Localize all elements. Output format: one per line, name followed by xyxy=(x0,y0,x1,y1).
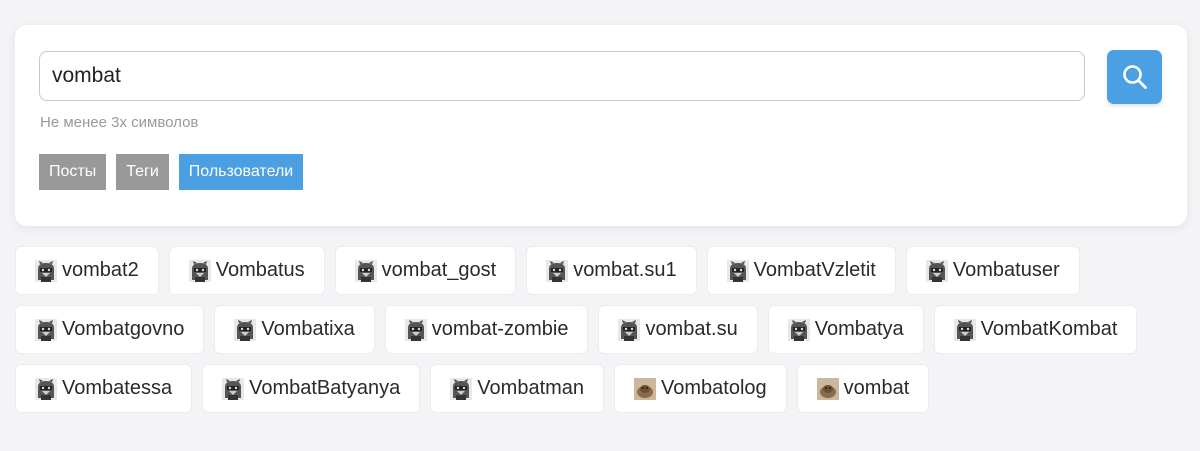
search-hint: Не менее 3х символов xyxy=(40,114,199,131)
wombat-photo-avatar xyxy=(816,377,839,400)
user-chip-name: Vombatus xyxy=(215,259,305,281)
user-chip[interactable]: vombat.su xyxy=(598,305,758,354)
user-chip-name: Vombatixa xyxy=(261,318,355,340)
user-chip[interactable]: Vombatixa xyxy=(214,305,375,354)
user-chip[interactable]: Vombatman xyxy=(430,364,605,413)
user-chip[interactable]: VombatKombat xyxy=(933,305,1138,354)
filter-tags-button[interactable]: Теги xyxy=(116,154,169,190)
user-chip-name: vombat2 xyxy=(62,259,139,281)
raccoon-avatar xyxy=(35,377,57,400)
search-button[interactable] xyxy=(1107,50,1162,104)
raccoon-avatar xyxy=(35,318,57,341)
user-chip[interactable]: vombat.su1 xyxy=(526,246,697,295)
user-chip[interactable]: vombat xyxy=(796,364,930,413)
user-chip[interactable]: Vombatuser xyxy=(905,246,1080,295)
user-chip-name: Vombatuser xyxy=(952,259,1060,281)
raccoon-avatar xyxy=(234,318,257,341)
user-chip-name: vombat xyxy=(843,377,910,399)
user-chip-name: Vombatessa xyxy=(62,377,173,399)
user-chip[interactable]: VombatVzletit xyxy=(706,246,896,295)
filter-users-button[interactable]: Пользователи xyxy=(178,154,304,190)
raccoon-avatar xyxy=(618,318,641,341)
raccoon-avatar xyxy=(953,318,976,341)
user-chip[interactable]: vombat2 xyxy=(15,246,159,295)
user-chip-name: Vombatman xyxy=(477,377,585,399)
user-chip-name: vombat.su1 xyxy=(573,259,677,281)
raccoon-avatar xyxy=(222,377,245,400)
user-chip[interactable]: Vombatessa xyxy=(15,364,193,413)
user-chip-name: vombat_gost xyxy=(381,259,497,281)
user-chip[interactable]: vombat-zombie xyxy=(384,305,589,354)
filter-posts-button[interactable]: Посты xyxy=(39,154,107,190)
user-chip-name: VombatKombat xyxy=(980,318,1118,340)
user-chip[interactable]: VombatBatyanya xyxy=(202,364,421,413)
user-results-row: vombat2 Vombatus vombat_gost vombat.su1 Vomb… xyxy=(15,246,1195,295)
raccoon-avatar xyxy=(354,259,377,282)
user-chip[interactable]: vombat_gost xyxy=(334,246,517,295)
user-chip-name: Vombatolog xyxy=(661,377,767,399)
raccoon-avatar xyxy=(35,259,57,282)
user-chip-name: VombatVzletit xyxy=(753,259,876,281)
user-results-row: Vombatessa VombatBatyanya Vombatman Vombato… xyxy=(15,364,1195,413)
user-chip-name: vombat.su xyxy=(645,318,738,340)
user-chip[interactable]: Vombatya xyxy=(767,305,924,354)
user-chip[interactable]: Vombatus xyxy=(168,246,325,295)
user-chip-name: VombatBatyanya xyxy=(249,377,401,399)
raccoon-avatar xyxy=(925,259,948,282)
user-chip[interactable]: Vombatolog xyxy=(614,364,787,413)
raccoon-avatar xyxy=(546,259,569,282)
search-filter-tabs: Посты Теги Пользователи xyxy=(39,154,304,190)
raccoon-avatar xyxy=(726,259,749,282)
search-icon xyxy=(1122,65,1147,89)
user-chip-name: Vombatgovno xyxy=(62,318,185,340)
wombat-photo-avatar xyxy=(634,377,657,400)
user-results-list: vombat2 Vombatus vombat_gost vombat.su1 Vomb… xyxy=(15,246,1195,423)
user-chip[interactable]: Vombatgovno xyxy=(15,305,205,354)
search-panel: Не менее 3х символов Посты Теги Пользова… xyxy=(15,25,1187,226)
raccoon-avatar xyxy=(450,377,473,400)
raccoon-avatar xyxy=(188,259,211,282)
user-results-row: Vombatgovno Vombatixa vombat-zombie vombat.… xyxy=(15,305,1195,354)
raccoon-avatar xyxy=(404,318,427,341)
user-chip-name: vombat-zombie xyxy=(431,318,569,340)
search-input[interactable] xyxy=(39,51,1085,101)
user-chip-name: Vombatya xyxy=(814,318,904,340)
raccoon-avatar xyxy=(787,318,810,341)
